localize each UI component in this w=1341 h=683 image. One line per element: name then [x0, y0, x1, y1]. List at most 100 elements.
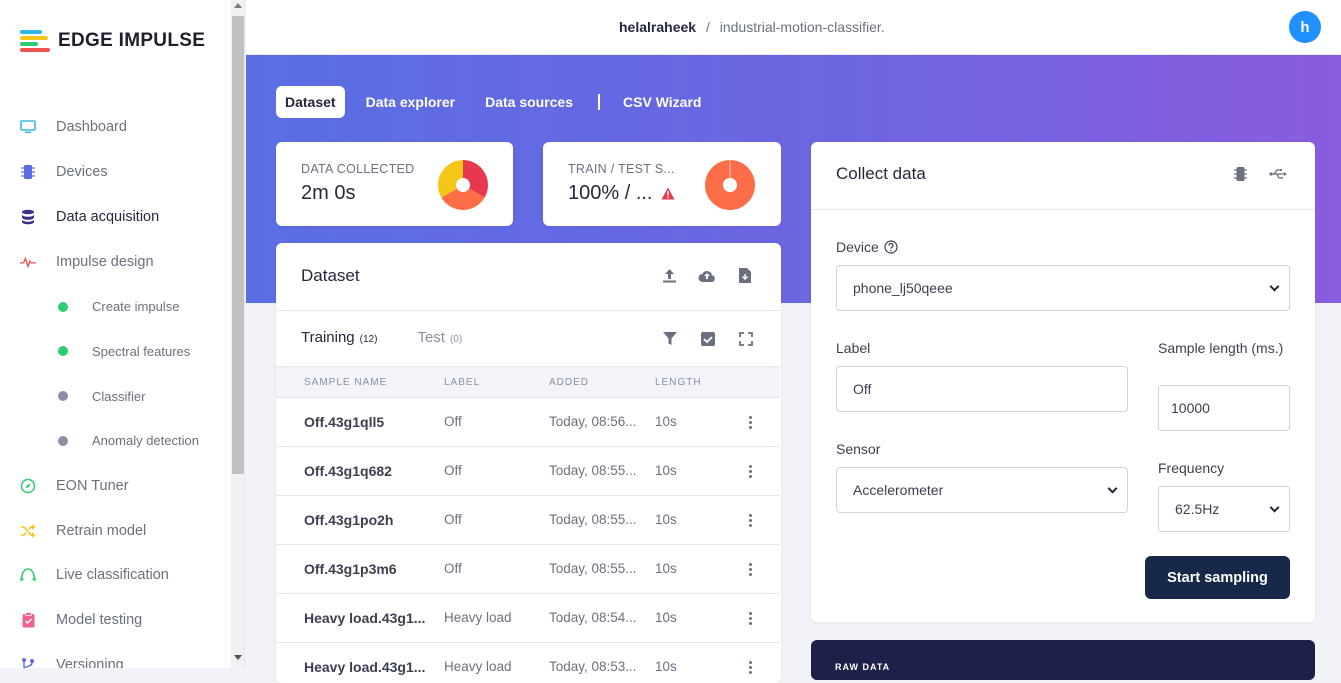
more-options-icon[interactable]	[749, 563, 752, 576]
train-test-value: 100% / ...	[568, 182, 653, 205]
signal-icon	[20, 567, 36, 583]
more-options-icon[interactable]	[749, 465, 752, 478]
sample-length-label: Sample length (ms.)	[1158, 338, 1288, 359]
sidebar-item-label: Anomaly detection	[92, 433, 199, 448]
sample-name[interactable]: Off.43g1po2h	[304, 512, 393, 528]
training-count: (12)	[360, 334, 378, 345]
sidebar-item-label: Model testing	[56, 612, 142, 628]
edge-impulse-logo-icon	[20, 30, 50, 52]
tab-data-sources[interactable]: Data sources	[476, 86, 582, 118]
start-sampling-button[interactable]: Start sampling	[1145, 556, 1290, 599]
breadcrumb-project[interactable]: industrial-motion-classifier.	[720, 19, 885, 35]
sidebar-item-label: Versioning	[56, 657, 124, 668]
top-bar: helalraheek / industrial-motion-classifi…	[246, 0, 1341, 55]
sidebar-item-data-acquisition[interactable]: Data acquisition	[0, 195, 231, 240]
device-label: Device	[836, 239, 898, 255]
sidebar-item-create-impulse[interactable]: Create impulse	[0, 284, 231, 329]
breadcrumb-user[interactable]: helalraheek	[619, 19, 696, 35]
sidebar-item-classifier[interactable]: Classifier	[0, 374, 231, 419]
select-checkbox-icon[interactable]	[699, 330, 717, 348]
sample-name[interactable]: Off.43g1qll5	[304, 414, 384, 430]
tab-csv-wizard[interactable]: CSV Wizard	[614, 86, 710, 118]
table-row[interactable]: Heavy load.43g1... Heavy load Today, 08:…	[276, 643, 780, 683]
sample-length: 10s	[655, 512, 677, 527]
database-icon	[20, 209, 36, 225]
sidebar-item-label: Spectral features	[92, 344, 190, 359]
logo[interactable]: EDGE IMPULSE	[20, 30, 205, 52]
train-test-value-row: 100% / ...	[568, 182, 675, 205]
scroll-up-arrow-icon[interactable]	[234, 3, 242, 8]
sidebar-item-anomaly-detection[interactable]: Anomaly detection	[0, 419, 231, 464]
table-row[interactable]: Heavy load.43g1... Heavy load Today, 08:…	[276, 594, 780, 643]
table-row[interactable]: Off.43g1qll5 Off Today, 08:56... 10s	[276, 398, 780, 447]
column-header[interactable]: SAMPLE NAME	[304, 377, 387, 388]
device-select[interactable]: phone_lj50qeee	[836, 265, 1290, 311]
page-tabs: Dataset Data explorer Data sources CSV W…	[276, 86, 722, 118]
sidebar-item-label: EON Tuner	[56, 478, 129, 494]
sidebar-item-label: Retrain model	[56, 523, 146, 539]
sidebar-scrollbar[interactable]	[231, 0, 245, 668]
filter-icon[interactable]	[661, 330, 679, 348]
table-row[interactable]: Off.43g1q682 Off Today, 08:55... 10s	[276, 447, 780, 496]
column-header[interactable]: LABEL	[444, 377, 480, 388]
sensor-label: Sensor	[836, 441, 880, 457]
sidebar-item-devices[interactable]: Devices	[0, 150, 231, 195]
train-test-split-card: TRAIN / TEST S... 100% / ...	[543, 142, 781, 226]
sample-name[interactable]: Off.43g1q682	[304, 463, 392, 479]
sidebar-item-live-classification[interactable]: Live classification	[0, 553, 231, 598]
frequency-label: Frequency	[1158, 460, 1224, 476]
scrollbar-thumb[interactable]	[232, 16, 244, 474]
training-tab-label: Training	[301, 329, 355, 346]
sidebar-item-model-testing[interactable]: Model testing	[0, 598, 231, 643]
table-row[interactable]: Off.43g1po2h Off Today, 08:55... 10s	[276, 496, 780, 545]
upload-icon[interactable]	[660, 266, 678, 284]
label-distribution-pie-icon	[438, 160, 488, 210]
more-options-icon[interactable]	[749, 416, 752, 429]
clipboard-icon	[20, 612, 36, 628]
sidebar-item-spectral-features[interactable]: Spectral features	[0, 329, 231, 374]
cloud-upload-icon[interactable]	[698, 266, 716, 284]
sample-length-value: 10000	[1171, 400, 1210, 416]
tab-dataset[interactable]: Dataset	[276, 86, 345, 118]
table-row[interactable]: Off.43g1p3m6 Off Today, 08:55... 10s	[276, 545, 780, 594]
sample-name[interactable]: Heavy load.43g1...	[304, 659, 425, 675]
sidebar-item-versioning[interactable]: Versioning	[0, 643, 231, 668]
sample-label: Off	[444, 463, 462, 478]
more-options-icon[interactable]	[749, 612, 752, 625]
sidebar-item-label: Create impulse	[92, 299, 179, 314]
column-header[interactable]: ADDED	[549, 377, 589, 388]
sidebar-item-retrain-model[interactable]: Retrain model	[0, 508, 231, 553]
tab-test[interactable]: Test(0)	[417, 329, 462, 346]
help-circle-icon[interactable]	[884, 240, 898, 254]
sidebar-item-eon-tuner[interactable]: EON Tuner	[0, 463, 231, 508]
expand-icon[interactable]	[737, 330, 755, 348]
usb-icon[interactable]	[1269, 165, 1287, 183]
tab-training[interactable]: Training (12)	[301, 329, 377, 346]
label-input[interactable]: Off	[836, 366, 1128, 412]
sidebar-item-dashboard[interactable]: Dashboard	[0, 105, 231, 150]
more-options-icon[interactable]	[749, 514, 752, 527]
status-dot-icon	[58, 302, 68, 312]
sample-name[interactable]: Off.43g1p3m6	[304, 561, 397, 577]
tab-data-explorer[interactable]: Data explorer	[357, 86, 464, 118]
export-file-icon[interactable]	[736, 266, 754, 284]
scroll-down-arrow-icon[interactable]	[234, 655, 242, 660]
monitor-icon	[20, 119, 36, 135]
chevron-down-icon	[1108, 484, 1118, 494]
divider	[276, 310, 781, 311]
sidebar-item-label: Live classification	[56, 567, 169, 583]
sidebar-item-label: Classifier	[92, 389, 145, 404]
split-donut-icon	[705, 160, 755, 210]
sample-name[interactable]: Heavy load.43g1...	[304, 610, 425, 626]
column-header[interactable]: LENGTH	[655, 377, 702, 388]
status-dot-icon	[58, 346, 68, 356]
divider	[811, 209, 1315, 210]
sidebar-item-impulse-design[interactable]: Impulse design	[0, 239, 231, 284]
sensor-select[interactable]: Accelerometer	[836, 467, 1128, 513]
warning-icon[interactable]	[661, 187, 675, 200]
device-chip-icon[interactable]	[1231, 165, 1249, 183]
status-dot-icon	[58, 391, 68, 401]
user-avatar[interactable]: h	[1289, 11, 1321, 43]
sample-length-input[interactable]: 10000	[1158, 385, 1290, 431]
frequency-select[interactable]: 62.5Hz	[1158, 486, 1290, 532]
